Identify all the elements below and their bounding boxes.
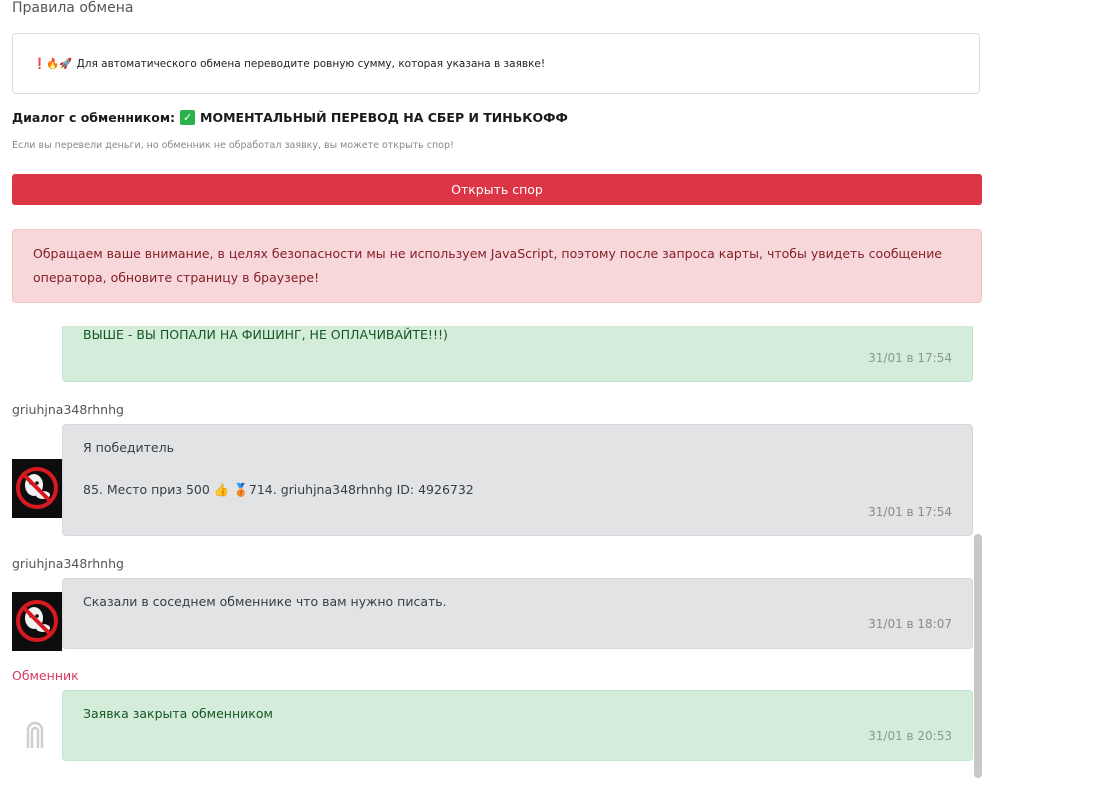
chat-history[interactable]: ВЫШЕ - ВЫ ПОПАЛИ НА ФИШИНГ, НЕ ОПЛАЧИВАЙ… xyxy=(0,326,1095,791)
ghost-logo-icon xyxy=(12,592,62,651)
open-dispute-button[interactable]: Открыть спор xyxy=(12,174,982,205)
message-time: 31/01 в 17:54 xyxy=(868,505,952,519)
dialog-label: Диалог с обменником: xyxy=(12,110,176,125)
message-text: 85. Место приз 500 👍 🥉714. griuhjna348rh… xyxy=(83,482,474,497)
message-time: 31/01 в 17:54 xyxy=(868,351,952,365)
rules-emoji-icons: ❗🔥🚀 xyxy=(33,58,73,70)
dialog-header: Диалог с обменником: ✓ МОМЕНТАЛЬНЫЙ ПЕРЕ… xyxy=(12,110,568,125)
message-sender: griuhjna348rhnhg xyxy=(12,402,124,417)
rules-text-line: ❗🔥🚀 Для автоматического обмена переводит… xyxy=(33,57,545,70)
chat-scrollbar[interactable] xyxy=(974,534,982,778)
message-text: Сказали в соседнем обменнике что вам нуж… xyxy=(83,594,447,609)
exchange-page: Правила обмена ❗🔥🚀 Для автоматического о… xyxy=(0,0,1095,791)
dispute-hint: Если вы перевели деньги, но обменник не … xyxy=(12,140,454,151)
user-avatar xyxy=(12,459,62,518)
check-mark-icon: ✓ xyxy=(180,110,196,125)
rules-text: Для автоматического обмена переводите ро… xyxy=(76,58,546,70)
ghost-logo-icon xyxy=(12,459,62,518)
message-text: Я победитель xyxy=(83,440,174,455)
message-sender: griuhjna348rhnhg xyxy=(12,556,124,571)
exchanger-name: МОМЕНТАЛЬНЫЙ ПЕРЕВОД НА СБЕР И ТИНЬКОФФ xyxy=(200,110,568,125)
message-sender: Обменник xyxy=(12,668,79,683)
message-text: Заявка закрыта обменником xyxy=(83,706,273,721)
rules-title: Правила обмена xyxy=(12,0,134,16)
exchanger-logo-icon xyxy=(26,721,44,748)
chat-message: ВЫШЕ - ВЫ ПОПАЛИ НА ФИШИНГ, НЕ ОПЛАЧИВАЙ… xyxy=(62,326,973,382)
security-alert: Обращаем ваше внимание, в целях безопасн… xyxy=(12,229,982,303)
chat-message: Сказали в соседнем обменнике что вам нуж… xyxy=(62,578,973,649)
message-time: 31/01 в 20:53 xyxy=(868,729,952,743)
chat-message: Я победитель 85. Место приз 500 👍 🥉714. … xyxy=(62,424,973,536)
user-avatar xyxy=(12,592,62,651)
chat-message: Заявка закрыта обменником 31/01 в 20:53 xyxy=(62,690,973,761)
operator-avatar xyxy=(20,716,50,756)
message-text: ВЫШЕ - ВЫ ПОПАЛИ НА ФИШИНГ, НЕ ОПЛАЧИВАЙ… xyxy=(83,327,448,342)
rules-box: ❗🔥🚀 Для автоматического обмена переводит… xyxy=(12,33,980,94)
message-time: 31/01 в 18:07 xyxy=(868,617,952,631)
